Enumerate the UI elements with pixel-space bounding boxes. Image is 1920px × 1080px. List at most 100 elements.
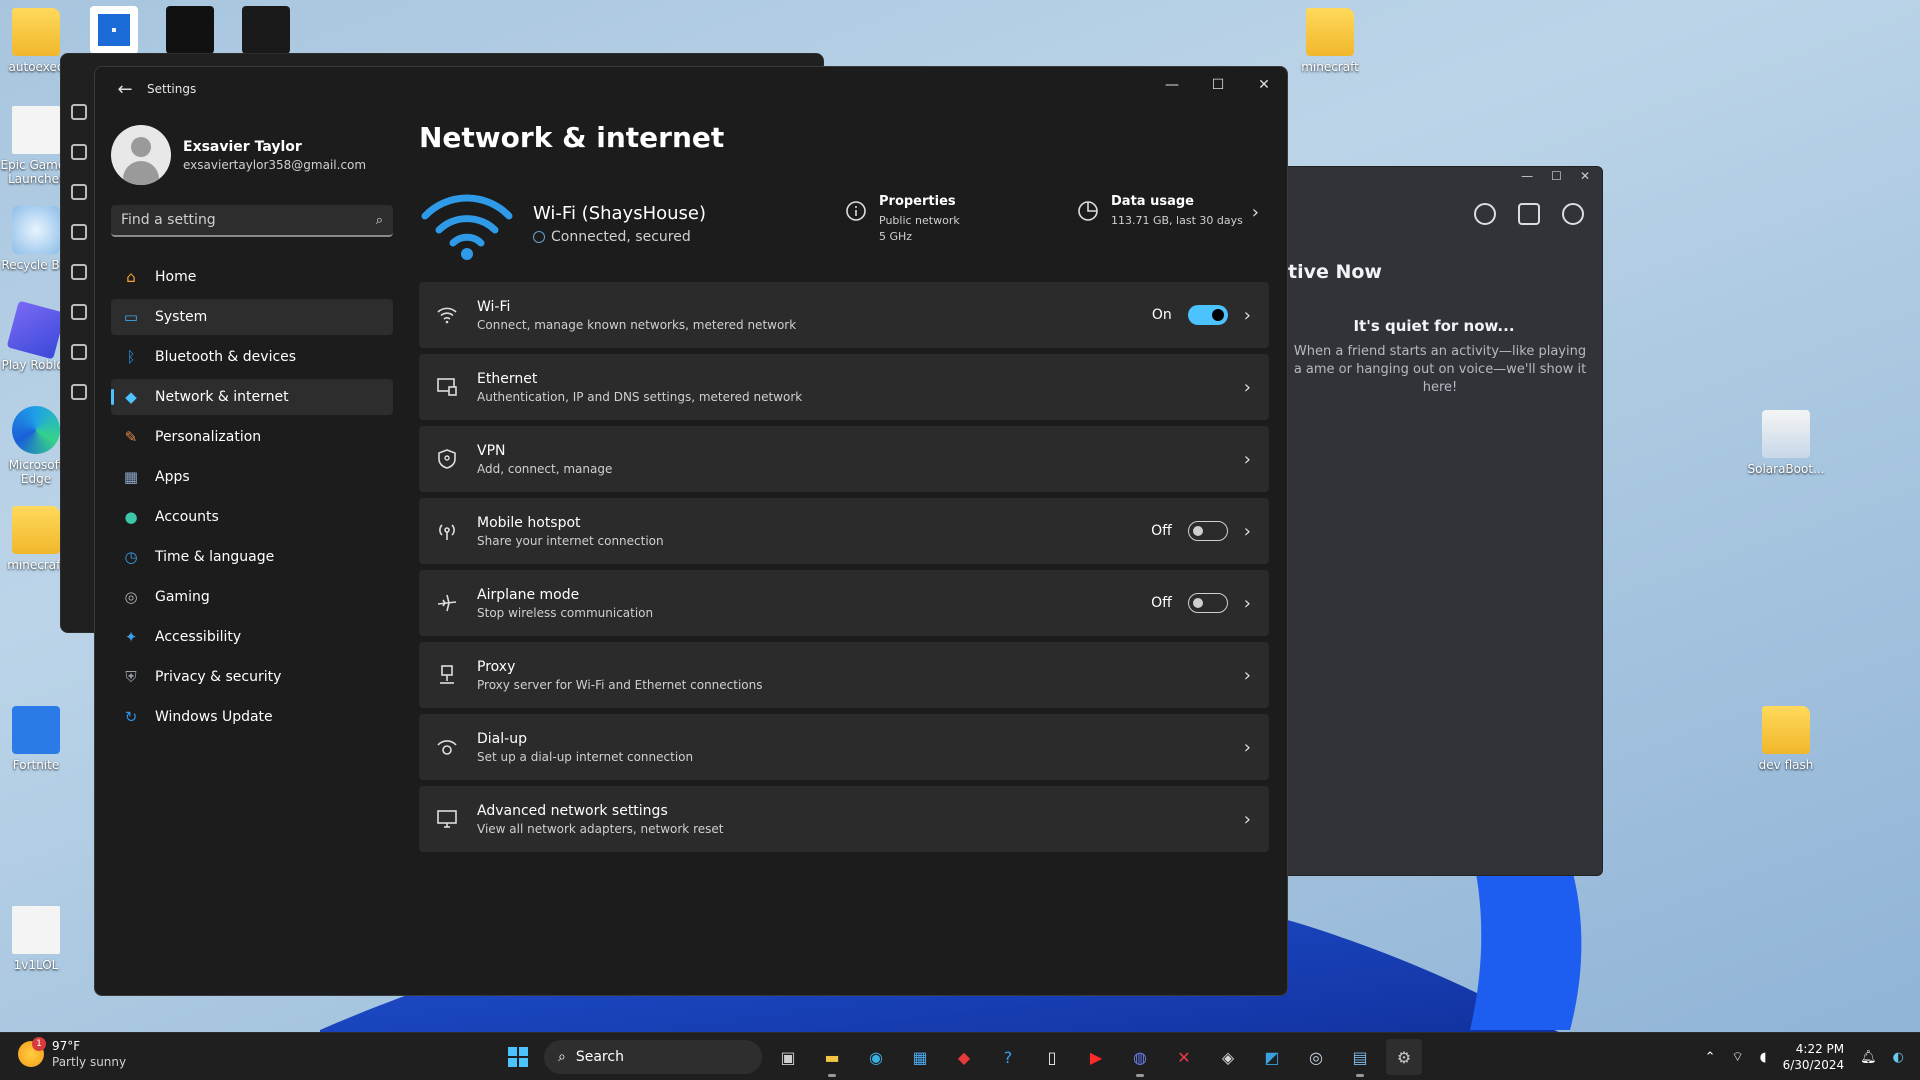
maximize-icon[interactable]: ☐ xyxy=(1551,169,1562,185)
help-icon[interactable]: ? xyxy=(990,1039,1026,1075)
chevron-right-icon[interactable]: › xyxy=(1244,665,1251,686)
chevron-right-icon[interactable]: › xyxy=(1244,377,1251,398)
chevron-right-icon[interactable]: › xyxy=(1244,737,1251,758)
sidebar-item-time-language[interactable]: ◷ Time & language xyxy=(111,539,393,575)
folder-icon xyxy=(12,506,60,554)
desktop-icon[interactable]: minecraft xyxy=(1288,8,1372,74)
toggle-state-label: On xyxy=(1151,307,1172,323)
clock[interactable]: 4:22 PM 6/30/2024 xyxy=(1783,1041,1845,1073)
brush-icon: ✎ xyxy=(124,428,138,446)
sidebar-item-bluetooth-devices[interactable]: ᛒ Bluetooth & devices xyxy=(111,339,393,375)
new-dm-icon[interactable] xyxy=(1474,203,1496,225)
sidebar-item-gaming[interactable]: ◎ Gaming xyxy=(111,579,393,615)
notification-bell-icon[interactable]: 🔔︎ xyxy=(1860,1050,1877,1065)
copilot-icon[interactable]: ◐ xyxy=(1893,1050,1904,1065)
sidebar-item-personalization[interactable]: ✎ Personalization xyxy=(111,419,393,455)
notepad-icon[interactable]: ▯ xyxy=(1034,1039,1070,1075)
sidebar-item-accounts[interactable]: ● Accounts xyxy=(111,499,393,535)
hotspot-icon xyxy=(439,524,455,540)
close-icon[interactable]: ✕ xyxy=(1580,169,1590,185)
toggle-switch[interactable] xyxy=(1187,593,1228,613)
sidebar-item-apps[interactable]: ▦ Apps xyxy=(111,459,393,495)
desktop-icon[interactable] xyxy=(224,6,308,58)
help-icon[interactable] xyxy=(1562,203,1584,225)
back-arrow-icon[interactable]: ← xyxy=(103,79,147,100)
chevron-up-icon[interactable]: ⌃ xyxy=(1705,1050,1716,1065)
bm-app-icon[interactable]: ◈ xyxy=(1210,1039,1246,1075)
settings-search-box[interactable]: ⌕ xyxy=(111,205,393,237)
youtube-icon[interactable]: ▶ xyxy=(1078,1039,1114,1075)
sidebar-item-accessibility[interactable]: ✦ Accessibility xyxy=(111,619,393,655)
settings-row-mobile-hotspot[interactable]: Mobile hotspot Share your internet connec… xyxy=(419,498,1269,564)
chevron-right-icon[interactable]: › xyxy=(1244,593,1251,614)
sidebar-item-label: Apps xyxy=(155,469,190,485)
store-icon[interactable]: ▦ xyxy=(902,1039,938,1075)
start-button[interactable] xyxy=(500,1039,536,1075)
settings-window[interactable]: ← Settings — ☐ ✕ Exsavier Taylor exsavie… xyxy=(94,66,1288,996)
properties-link[interactable]: Properties Public network 5 GHz xyxy=(845,194,960,245)
minimize-icon[interactable]: — xyxy=(1521,169,1533,185)
wifi-tray-icon[interactable]: ⌔ xyxy=(1732,1049,1744,1065)
gaming-icon: ◎ xyxy=(124,588,138,606)
sidebar-item-windows-update[interactable]: ↻ Windows Update xyxy=(111,699,393,735)
sidebar-item-privacy-security[interactable]: ⛨ Privacy & security xyxy=(111,659,393,695)
sidebar-item-label: Network & internet xyxy=(155,389,289,405)
properties-network-type: Public network xyxy=(879,214,960,227)
search-input[interactable] xyxy=(121,212,376,228)
settings-row-dial-up[interactable]: Dial-up Set up a dial-up internet connect… xyxy=(419,714,1269,780)
chevron-right-icon[interactable]: › xyxy=(1244,305,1251,326)
desktop-icon[interactable]: Fortnite xyxy=(0,706,78,772)
task-view-icon[interactable]: ▣ xyxy=(770,1039,806,1075)
red-app-icon[interactable]: ◆ xyxy=(946,1039,982,1075)
sidebar-item-network-internet[interactable]: ◆ Network & internet xyxy=(111,379,393,415)
ethernet-icon xyxy=(437,378,457,396)
folder-icon xyxy=(12,8,60,56)
sidebar-item-home[interactable]: ⌂ Home xyxy=(111,259,393,295)
data-usage-link[interactable]: Data usage 113.71 GB, last 30 days xyxy=(1077,194,1243,229)
steam-icon[interactable]: ◎ xyxy=(1298,1039,1334,1075)
desktop-icon[interactable] xyxy=(72,6,156,58)
background-window-rail xyxy=(71,104,93,424)
weather-widget[interactable]: 1 97°F Partly sunny xyxy=(18,1037,126,1069)
x-app-icon[interactable]: ✕ xyxy=(1166,1039,1202,1075)
settings-gear-icon[interactable]: ⚙ xyxy=(1386,1039,1422,1075)
toggle-switch[interactable] xyxy=(1187,521,1228,541)
toggle-switch[interactable] xyxy=(1187,305,1228,325)
accounts-icon: ● xyxy=(124,508,138,526)
maximize-button[interactable]: ☐ xyxy=(1195,67,1241,103)
search-icon[interactable]: ⌕ xyxy=(376,213,383,228)
search-icon: ⌕ xyxy=(558,1049,566,1065)
system-icon: ▭ xyxy=(123,308,139,326)
close-button[interactable]: ✕ xyxy=(1241,67,1287,103)
taskbar-search[interactable]: ⌕ Search xyxy=(544,1040,762,1074)
user-card[interactable]: Exsavier Taylor exsaviertaylor358@gmail.… xyxy=(111,123,393,187)
partly-sunny-icon: 1 xyxy=(18,1037,46,1067)
desktop-icon[interactable] xyxy=(148,6,232,58)
properties-band: 5 GHz xyxy=(879,230,913,243)
discord-window[interactable]: — ☐ ✕ tive Now It's quiet for now... Whe… xyxy=(1265,166,1603,876)
task-manager-icon[interactable]: ▤ xyxy=(1342,1039,1378,1077)
settings-row-proxy[interactable]: Proxy Proxy server for Wi-Fi and Ethernet… xyxy=(419,642,1269,708)
desktop-icon[interactable]: SolaraBoot... xyxy=(1744,410,1828,476)
settings-row-advanced-network-settings[interactable]: Advanced network settings View all networ… xyxy=(419,786,1269,852)
chevron-right-icon[interactable]: › xyxy=(1244,449,1251,470)
desktop-icon[interactable]: dev flash xyxy=(1744,706,1828,772)
edge-icon[interactable]: ◉ xyxy=(858,1039,894,1075)
settings-row-wi-fi[interactable]: Wi-Fi Connect, manage known networks, met… xyxy=(419,282,1269,348)
minimize-button[interactable]: — xyxy=(1149,67,1195,103)
settings-row-airplane-mode[interactable]: Airplane mode Stop wireless communication… xyxy=(419,570,1269,636)
inbox-icon[interactable] xyxy=(1518,203,1540,225)
desktop-icon[interactable]: 1v1LOL xyxy=(0,906,78,972)
settings-main: Network & internet Wi-Fi (ShaysHouse) Co… xyxy=(419,107,1269,858)
settings-row-ethernet[interactable]: Ethernet Authentication, IP and DNS setti… xyxy=(419,354,1269,420)
settings-row-vpn[interactable]: VPN Add, connect, manage › xyxy=(419,426,1269,492)
file-explorer-icon[interactable]: ▬ xyxy=(814,1039,850,1077)
chevron-right-icon[interactable]: › xyxy=(1252,202,1259,223)
photo-app-icon[interactable]: ◩ xyxy=(1254,1039,1290,1075)
chevron-right-icon[interactable]: › xyxy=(1244,521,1251,542)
chevron-right-icon[interactable]: › xyxy=(1244,809,1251,830)
volume-icon[interactable]: ◖ xyxy=(1760,1050,1767,1065)
discord-icon[interactable]: ◍ xyxy=(1122,1039,1158,1077)
sidebar-item-system[interactable]: ▭ System xyxy=(111,299,393,335)
info-icon xyxy=(846,201,866,221)
